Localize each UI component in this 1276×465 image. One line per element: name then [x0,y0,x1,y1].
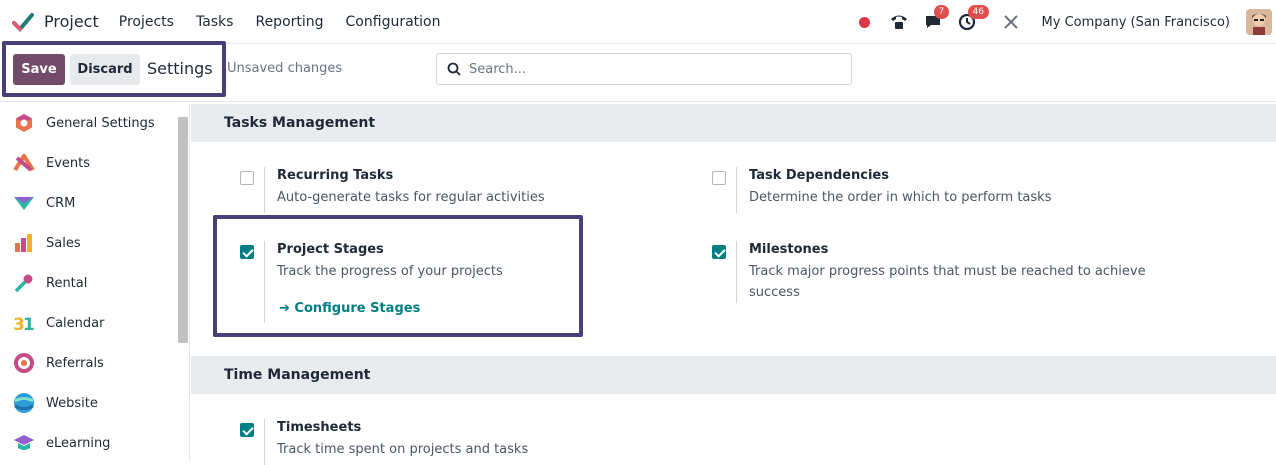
sidebar-item-crm[interactable]: CRM [0,183,176,223]
search-box[interactable] [436,53,852,85]
section-tasks-management: Tasks Management [191,104,1276,142]
sidebar-item-sales[interactable]: Sales [0,223,176,263]
divider [736,167,737,213]
save-button[interactable]: Save [13,54,65,85]
divider [264,419,265,465]
general-settings-icon [13,112,35,134]
setting-title: Task Dependencies [749,168,889,183]
sidebar-item-label: eLearning [46,435,111,451]
sidebar-item-label: Calendar [46,315,105,331]
referrals-icon [13,352,35,374]
setting-description: Track the progress of your projects [277,264,503,279]
settings-content: Tasks Management Recurring Tasks Auto-ge… [191,103,1276,465]
menu-tasks[interactable]: Tasks [196,14,234,30]
app-name: Project [44,12,99,31]
setting-title: Milestones [749,242,829,257]
menu-reporting[interactable]: Reporting [255,14,323,30]
setting-title: Project Stages [277,242,384,257]
arrow-right-icon: ➔ [279,301,295,316]
sidebar-item-referrals[interactable]: Referrals [0,343,176,383]
search-icon [447,62,461,76]
project-app-icon [12,12,34,32]
divider [264,241,265,323]
setting-description: Determine the order in which to perform … [749,190,1052,205]
sidebar-item-website[interactable]: Website [0,383,176,423]
menu-projects[interactable]: Projects [119,14,174,30]
company-switcher[interactable]: My Company (San Francisco) [1042,15,1230,30]
events-icon [13,152,35,174]
page-title: Settings [147,59,213,78]
search-input[interactable] [469,61,829,77]
sales-icon [13,232,35,254]
sidebar-item-elearning[interactable]: eLearning [0,423,176,463]
project-stages-checkbox[interactable] [240,245,254,259]
sidebar-item-label: CRM [46,195,76,211]
recording-dot-icon[interactable] [858,16,870,28]
setting-title: Recurring Tasks [277,168,394,183]
website-icon [13,392,35,414]
timesheets-checkbox[interactable] [240,423,254,437]
sidebar-item-label: Rental [46,275,88,291]
activity-clock-icon[interactable]: 46 [956,5,989,33]
setting-description: Auto-generate tasks for regular activiti… [277,190,545,205]
sidebar-item-label: Sales [46,235,81,251]
sidebar-item-label: Website [46,395,98,411]
sidebar-scrollbar[interactable] [178,117,188,343]
tools-icon[interactable] [1000,11,1022,33]
setting-title: Timesheets [277,420,362,435]
divider [736,241,737,303]
recurring-tasks-checkbox[interactable] [240,171,254,185]
section-time-management: Time Management [191,356,1276,394]
user-avatar[interactable] [1246,9,1272,35]
chat-badge: 7 [933,5,950,19]
menu-configuration[interactable]: Configuration [346,14,441,30]
elearning-icon [13,432,35,454]
brand[interactable]: Project [12,11,119,33]
crm-icon [13,192,35,214]
activity-badge: 46 [967,5,989,19]
phone-icon[interactable] [888,11,910,33]
milestones-checkbox[interactable] [712,245,726,259]
unsaved-status: Unsaved changes [227,61,343,76]
settings-sidebar: General Settings Events CRM Sales Rental… [0,103,190,462]
sidebar-item-events[interactable]: Events [0,143,176,183]
sidebar-item-rental[interactable]: Rental [0,263,176,303]
sidebar-item-label: Events [46,155,91,171]
setting-description: Track major progress points that must be… [749,264,1146,300]
setting-description: Track time spent on projects and tasks [277,442,529,457]
configure-stages-link[interactable]: ➔ Configure Stages [279,301,420,316]
calendar-icon: 31 [13,312,35,334]
discard-button[interactable]: Discard [70,54,140,85]
svg-text:1: 1 [23,315,35,333]
sidebar-item-label: Referrals [46,355,104,371]
control-panel: Save Discard Settings Unsaved changes [0,41,1276,102]
sidebar-item-general-settings[interactable]: General Settings [0,103,176,143]
rental-icon [13,272,35,294]
divider [264,167,265,213]
chat-icon[interactable]: 7 [922,5,950,33]
top-navbar: Project Projects Tasks Reporting Configu… [0,0,1276,44]
task-dependencies-checkbox[interactable] [712,171,726,185]
sidebar-item-calendar[interactable]: 31 Calendar [0,303,176,343]
sidebar-item-label: General Settings [46,115,155,131]
